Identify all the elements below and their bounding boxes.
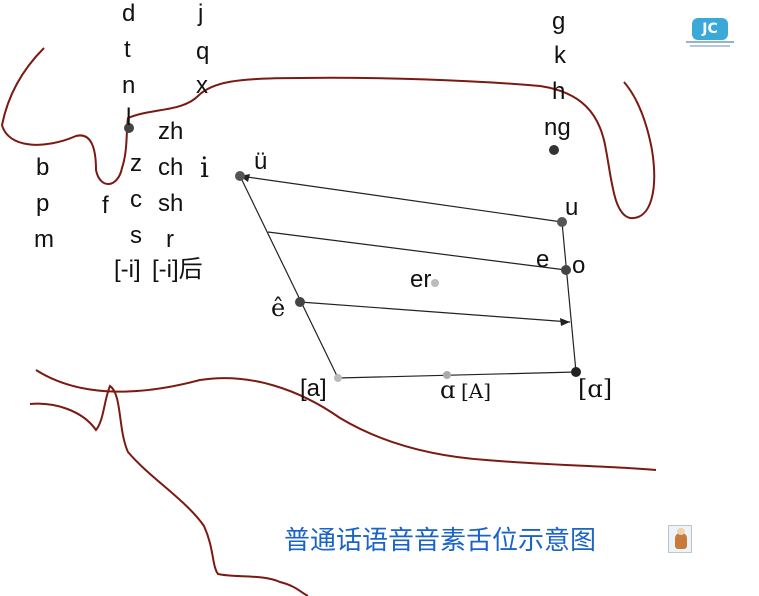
initial-g: g <box>552 8 566 35</box>
vowel-i: i <box>200 151 209 184</box>
dot-ehat <box>295 297 305 307</box>
initial-zh: zh <box>158 118 184 145</box>
vowel-a-central-ipa: [A] <box>461 379 492 403</box>
initial-b: b <box>36 154 50 181</box>
vowel-a-central: ɑ <box>440 376 456 404</box>
vowel-u: u <box>565 194 579 221</box>
initial-f: f <box>102 192 109 219</box>
vowel-e: e <box>536 246 550 273</box>
vowel-quadrilateral <box>239 175 577 379</box>
initial-ng: ng <box>544 114 571 141</box>
initial-sh: sh <box>158 190 184 217</box>
initial-d: d <box>122 0 136 27</box>
initial-c: c <box>130 186 142 213</box>
dot-yu <box>235 171 245 181</box>
initial-j: j <box>198 0 204 27</box>
vowel-a-front: [a] <box>300 375 327 402</box>
vowel-ehat: ê <box>271 294 286 322</box>
lower-lip-outline <box>29 384 309 596</box>
vowel-a-back: [ɑ] <box>578 375 613 403</box>
tongue-position-diagram: b p m f d t n l z c s zh ch sh r [-i] [-… <box>0 0 759 596</box>
initial-x: x <box>196 72 208 99</box>
initial-s: s <box>130 222 142 249</box>
logo-underline-secondary <box>690 45 730 47</box>
initial-k: k <box>554 42 566 69</box>
lower-jaw-outline <box>35 369 657 471</box>
position-dots <box>124 123 581 382</box>
initial-m: m <box>34 226 54 253</box>
diagram-title: 普通话语音音素舌位示意图 <box>284 526 597 556</box>
initial-t: t <box>124 36 131 63</box>
initial-r: r <box>166 226 174 253</box>
dot-velar <box>549 145 559 155</box>
speaker-head-shape <box>677 528 685 535</box>
vowel-chart-svg <box>0 47 657 596</box>
dot-a-front <box>334 374 342 382</box>
vowel-yu: ü <box>254 148 268 175</box>
initial-l: l <box>126 104 132 131</box>
initial-q: q <box>196 38 210 65</box>
vowel-o: o <box>572 252 586 279</box>
speaker-body-shape <box>675 533 687 549</box>
initial-z: z <box>130 150 142 177</box>
brand-logo: JC <box>686 18 734 48</box>
dot-er <box>431 279 439 287</box>
apical-vowel-back: [-i]后 <box>152 256 203 283</box>
arrow-head-right <box>560 318 570 326</box>
vowel-er: er <box>410 266 432 293</box>
initial-p: p <box>36 190 50 217</box>
brand-logo-mark: JC <box>692 18 728 40</box>
dot-o <box>561 265 571 275</box>
initial-ch: ch <box>158 154 184 181</box>
initial-h: h <box>552 78 566 105</box>
speaker-teacher-icon[interactable] <box>668 525 692 553</box>
initial-n: n <box>122 72 136 99</box>
apical-vowel-front: [-i] <box>114 256 141 283</box>
logo-underline <box>686 41 734 43</box>
